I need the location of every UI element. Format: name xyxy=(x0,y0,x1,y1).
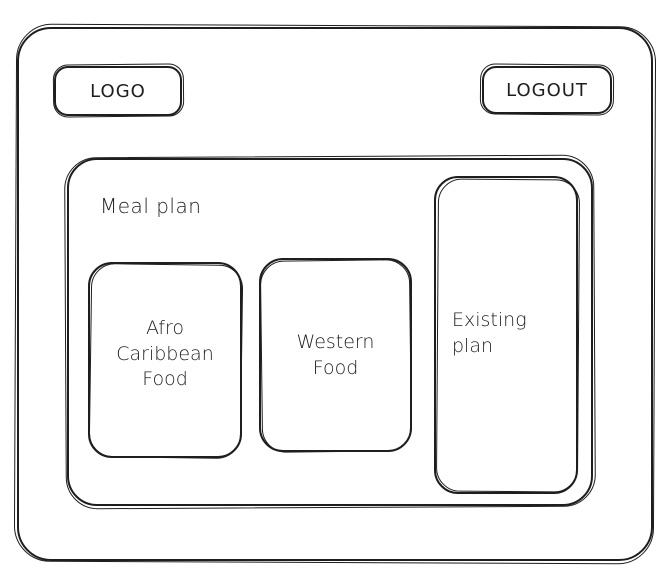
logout-label: LOGOUT xyxy=(506,79,588,101)
meal-plan-title: Meal plan xyxy=(100,194,202,218)
afro-caribbean-food-card[interactable]: Afro Caribbean Food xyxy=(88,262,242,458)
existing-plan-card[interactable]: Existing plan xyxy=(434,176,578,494)
logo-button[interactable]: LOGO xyxy=(54,66,182,116)
afro-caribbean-food-label: Afro Caribbean Food xyxy=(116,317,214,391)
logout-button[interactable]: LOGOUT xyxy=(482,66,612,114)
western-food-card[interactable]: Western Food xyxy=(259,258,412,452)
logo-label: LOGO xyxy=(90,80,146,102)
western-food-label: Western Food xyxy=(296,331,375,379)
existing-plan-label: Existing plan xyxy=(452,309,527,357)
